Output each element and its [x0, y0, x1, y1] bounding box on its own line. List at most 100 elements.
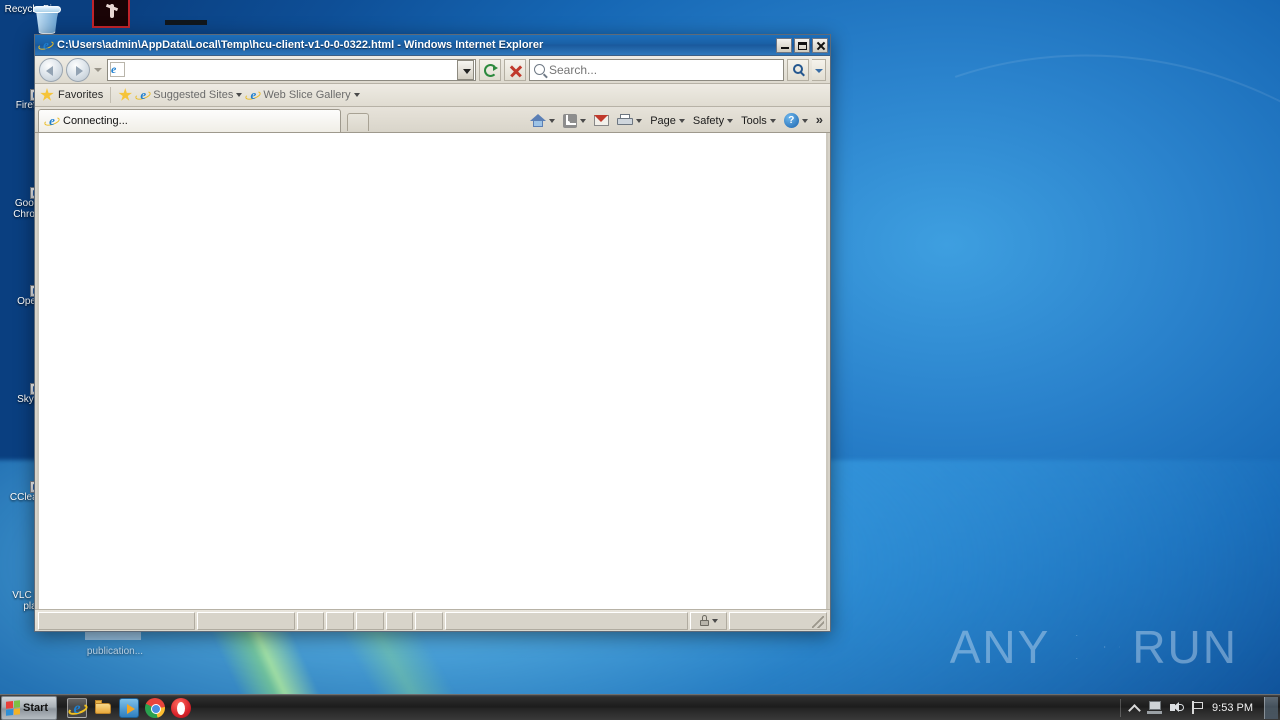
- window-title: C:\Users\admin\AppData\Local\Temp\hcu-cl…: [57, 39, 776, 51]
- start-button-label: Start: [23, 702, 48, 714]
- anyrun-play-logo-icon: [1060, 621, 1122, 673]
- address-bar[interactable]: e: [107, 59, 476, 81]
- taskbar: Start e 9:53 PM: [0, 694, 1280, 720]
- taskbar-clock[interactable]: 9:53 PM: [1212, 702, 1253, 714]
- watermark-text-right: RUN: [1132, 620, 1238, 674]
- stop-button[interactable]: [504, 59, 526, 81]
- status-panel-3: [356, 612, 384, 630]
- home-icon: [530, 113, 546, 128]
- network-icon[interactable]: [1147, 701, 1162, 714]
- chevron-down-icon: [354, 93, 360, 97]
- search-box[interactable]: [529, 59, 784, 81]
- zoom-level-panel[interactable]: [729, 612, 827, 630]
- window-titlebar[interactable]: e C:\Users\admin\AppData\Local\Temp\hcu-…: [35, 35, 830, 56]
- windows-explorer-taskbar-icon[interactable]: [93, 698, 113, 718]
- search-input[interactable]: [549, 63, 783, 77]
- status-panel-4: [386, 612, 414, 630]
- status-panel-zone-area: [445, 612, 688, 630]
- status-message: [38, 612, 195, 630]
- new-tab-button[interactable]: [347, 113, 369, 131]
- internet-zone-lock-icon: [699, 615, 710, 626]
- mail-icon: [594, 115, 609, 126]
- quick-launch-bar: e: [67, 698, 191, 718]
- home-button[interactable]: [527, 112, 558, 129]
- chevron-down-icon: [236, 93, 242, 97]
- forward-button[interactable]: [66, 58, 90, 82]
- mail-button[interactable]: [591, 114, 612, 127]
- ie-webslice-icon: e: [246, 88, 260, 102]
- toolbar-divider: [110, 87, 111, 103]
- status-panel-2: [326, 612, 354, 630]
- page-menu-label: Page: [650, 115, 676, 127]
- safety-menu-label: Safety: [693, 115, 724, 127]
- search-icon: [534, 64, 545, 75]
- refresh-button[interactable]: [479, 59, 501, 81]
- partial-desktop-label: publication...: [75, 646, 155, 657]
- help-icon: [784, 113, 799, 128]
- watermark-text-left: ANY: [950, 620, 1051, 674]
- tray-divider: [1120, 699, 1121, 717]
- tab-bar: e Connecting...: [35, 107, 830, 133]
- security-zone-indicator[interactable]: [690, 612, 727, 630]
- address-input[interactable]: [128, 63, 457, 77]
- search-go-button[interactable]: [787, 59, 809, 81]
- resize-grip-icon[interactable]: [812, 616, 824, 628]
- tab-label: Connecting...: [63, 115, 128, 127]
- show-desktop-button[interactable]: [1264, 697, 1278, 719]
- page-content-area[interactable]: [37, 133, 828, 609]
- action-center-flag-icon[interactable]: [1191, 701, 1205, 715]
- recent-pages-chevron-down-icon[interactable]: [93, 59, 104, 81]
- status-panel-progress: [197, 612, 295, 630]
- chevron-down-icon: [770, 119, 776, 123]
- safety-menu-button[interactable]: Safety: [690, 114, 736, 128]
- tab-connecting[interactable]: e Connecting...: [38, 109, 341, 132]
- anyrun-watermark: ANY RUN: [950, 620, 1238, 674]
- opera-taskbar-icon[interactable]: [171, 698, 191, 718]
- chevron-down-icon: [549, 119, 555, 123]
- internet-explorer-taskbar-icon[interactable]: e: [67, 698, 87, 718]
- desktop[interactable]: Recycle Bin Firefox Google Chrome Opera …: [0, 0, 1280, 720]
- rss-feeds-icon: [563, 114, 577, 128]
- maximize-button[interactable]: [794, 38, 810, 53]
- chevron-down-icon: [802, 119, 808, 123]
- add-to-favorites-bar-icon[interactable]: [118, 88, 132, 102]
- back-button[interactable]: [39, 58, 63, 82]
- windows-media-player-taskbar-icon[interactable]: [119, 698, 139, 718]
- favorites-item-web-slice-gallery[interactable]: e Web Slice Gallery: [246, 88, 359, 102]
- print-icon: [617, 114, 633, 128]
- toolbar-overflow-icon[interactable]: »: [813, 112, 826, 127]
- ie-logo-icon: e: [39, 38, 53, 52]
- ie-favorite-icon: e: [136, 88, 150, 102]
- internet-explorer-window[interactable]: e C:\Users\admin\AppData\Local\Temp\hcu-…: [34, 34, 831, 632]
- chevron-down-icon: [679, 119, 685, 123]
- tools-menu-button[interactable]: Tools: [738, 114, 779, 128]
- minimize-button[interactable]: [776, 38, 792, 53]
- chevron-down-icon: [636, 119, 642, 123]
- close-button[interactable]: [812, 38, 828, 53]
- google-chrome-taskbar-icon[interactable]: [145, 698, 165, 718]
- favorites-item-label: Web Slice Gallery: [263, 89, 350, 101]
- address-dropdown-chevron-down-icon[interactable]: [457, 60, 474, 80]
- chevron-down-icon: [727, 119, 733, 123]
- favorites-item-suggested-sites[interactable]: e Suggested Sites: [136, 88, 242, 102]
- status-panel-5: [415, 612, 443, 630]
- volume-icon[interactable]: [1169, 701, 1184, 714]
- chevron-down-icon: [712, 619, 718, 623]
- search-provider-chevron-down-icon[interactable]: [812, 59, 826, 81]
- start-button[interactable]: Start: [1, 696, 57, 720]
- feeds-button[interactable]: [560, 113, 589, 129]
- system-tray: 9:53 PM: [1120, 695, 1280, 721]
- page-icon: e: [110, 62, 125, 77]
- tools-menu-label: Tools: [741, 115, 767, 127]
- favorites-button-label[interactable]: Favorites: [58, 89, 103, 101]
- command-bar: Page Safety Tools »: [527, 112, 830, 132]
- page-menu-button[interactable]: Page: [647, 114, 688, 128]
- print-button[interactable]: [614, 113, 645, 129]
- windows-logo-icon: [6, 700, 20, 715]
- navigation-toolbar: e: [35, 56, 830, 84]
- show-hidden-icons-chevron-up-icon[interactable]: [1128, 702, 1140, 714]
- status-bar: [35, 609, 830, 631]
- partial-top-icon: [92, 0, 130, 28]
- desktop-icon-recycle-bin[interactable]: Recycle Bin: [2, 4, 60, 15]
- help-menu-button[interactable]: [781, 112, 811, 129]
